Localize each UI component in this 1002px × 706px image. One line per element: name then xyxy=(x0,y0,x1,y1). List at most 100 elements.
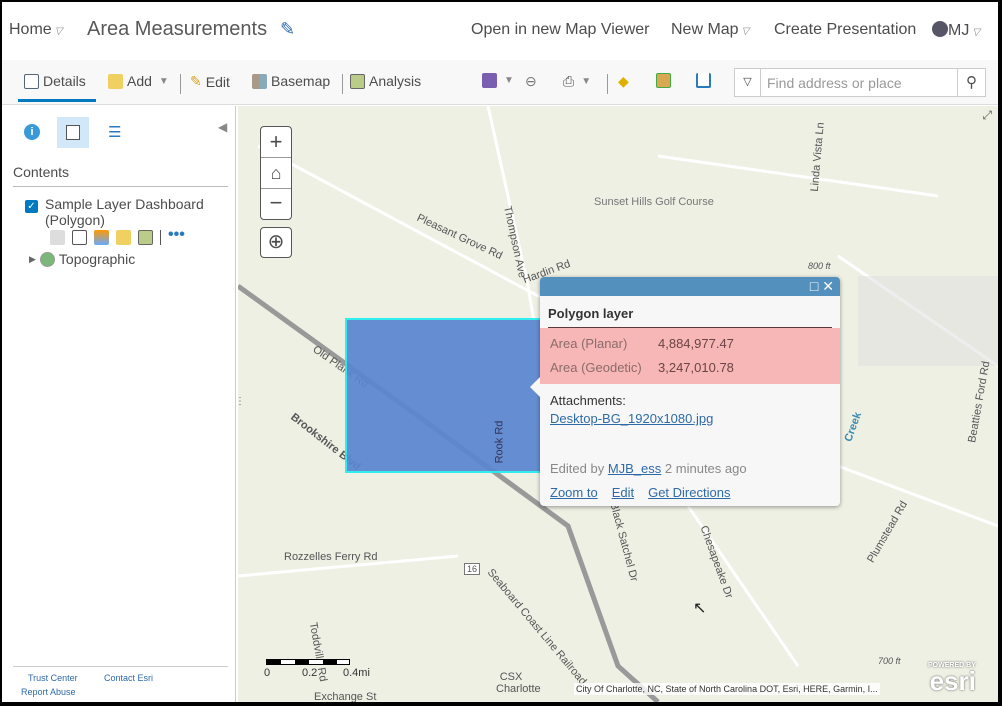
popup-actions: Zoom to Edit Get Directions xyxy=(550,485,730,500)
toolbar: Details Add ▼ ✎ Edit Basemap Analysis ▼ ⊖ … xyxy=(2,60,998,105)
details-active-indicator xyxy=(18,99,96,102)
locate-icon: ⊕ xyxy=(267,231,285,253)
divider xyxy=(160,230,161,245)
zoom-to-link[interactable]: Zoom to xyxy=(550,485,598,500)
avatar xyxy=(932,21,948,37)
bookmarks-button[interactable] xyxy=(696,73,711,88)
layer-actions: ••• xyxy=(50,227,185,245)
analysis-button[interactable]: Analysis xyxy=(350,73,421,89)
expand-icon[interactable]: ▶ xyxy=(29,254,36,265)
zoom-in-button[interactable]: + xyxy=(261,127,291,158)
page-title: Area Measurements xyxy=(87,18,268,40)
panel-resize-handle[interactable]: ⋮ xyxy=(238,396,245,407)
get-directions-link[interactable]: Get Directions xyxy=(648,485,730,500)
create-presentation-link[interactable]: Create Presentation xyxy=(774,21,916,39)
attribution[interactable]: City Of Charlotte, NC, State of North Ca… xyxy=(574,683,880,695)
report-abuse-link[interactable]: Report Abuse xyxy=(21,687,76,697)
divider xyxy=(180,74,181,94)
pencil-icon: ✎ xyxy=(190,73,202,89)
analysis-icon[interactable] xyxy=(138,230,153,245)
print-button[interactable]: ⎙ ▼ xyxy=(563,73,591,90)
attachments-label: Attachments: xyxy=(550,393,626,408)
route-shield: 16 xyxy=(464,563,481,575)
close-icon[interactable]: ✕ xyxy=(822,278,834,294)
analysis-icon xyxy=(350,73,365,89)
layer-name[interactable]: Sample Layer Dashboard (Polygon) xyxy=(45,196,220,228)
attachment-link[interactable]: Desktop-BG_1920x1080.jpg xyxy=(550,411,830,426)
user-menu[interactable]: MJ ▽ xyxy=(932,21,980,40)
legend-tab[interactable]: ☰ xyxy=(108,123,121,141)
esri-wordmark: esri xyxy=(929,666,976,696)
scale-label: 0.2 xyxy=(302,667,318,679)
basemap-name: Topographic xyxy=(58,251,136,267)
directions-icon: ◆ xyxy=(618,73,629,89)
basemap-layer[interactable]: ▶ Topographic xyxy=(29,251,135,267)
field-row: Area (Geodetic) 3,247,010.78 xyxy=(550,356,830,380)
share-link-button[interactable]: ⊖ xyxy=(525,73,537,90)
link-icon: ⊖ xyxy=(525,73,537,89)
edit-label: Edit xyxy=(205,73,230,90)
table-icon[interactable] xyxy=(72,230,87,245)
divider xyxy=(607,74,608,94)
show-legend-icon[interactable] xyxy=(50,230,65,245)
layer-visibility-checkbox[interactable]: ✓ xyxy=(25,200,38,213)
edit-feature-link[interactable]: Edit xyxy=(612,485,634,500)
search-source-dropdown[interactable]: ▽ xyxy=(735,69,761,96)
user-label: MJ xyxy=(948,22,970,39)
new-map-label: New Map xyxy=(671,21,739,38)
field-value: 3,247,010.78 xyxy=(658,360,734,375)
zoom-out-button[interactable]: − xyxy=(261,189,291,219)
zoom-controls: + ⌂ − xyxy=(260,126,292,220)
map-label: Rozzelles Ferry Rd xyxy=(284,551,378,563)
map-label: Rook Rd xyxy=(493,420,506,464)
esri-logo[interactable]: POWERED BY esri xyxy=(928,662,976,696)
chevron-down-icon: ▼ xyxy=(581,76,592,87)
legend-icon: ☰ xyxy=(108,124,122,141)
home-menu[interactable]: Home ▽ xyxy=(9,21,62,39)
contact-esri-link[interactable]: Contact Esri xyxy=(104,673,153,683)
edit-title-pencil-icon[interactable]: ✎ xyxy=(280,19,295,40)
popup-header: □ ✕ xyxy=(540,277,840,296)
details-icon xyxy=(24,73,39,89)
details-button[interactable]: Details xyxy=(24,73,86,89)
open-new-map-viewer-link[interactable]: Open in new Map Viewer xyxy=(471,21,649,39)
popup-pointer xyxy=(530,377,540,397)
chevron-down-icon: ▽ xyxy=(741,26,750,37)
search-button[interactable]: ⚲ xyxy=(957,69,985,96)
filter-icon[interactable] xyxy=(116,230,131,245)
details-label: Details xyxy=(43,73,86,89)
chevron-down-icon: ▽ xyxy=(54,26,63,37)
map-label: 700 ft xyxy=(878,656,901,666)
directions-button[interactable]: ◆ xyxy=(618,73,629,90)
save-button[interactable]: ▼ xyxy=(482,73,514,88)
map-view[interactable]: Sunset Hills Golf Course Pleasant Grove … xyxy=(238,106,998,702)
scale-label: 0 xyxy=(264,667,271,679)
about-info-icon[interactable]: i xyxy=(24,124,40,140)
edit-button[interactable]: ✎ Edit xyxy=(190,73,230,90)
search-input[interactable]: Find address or place xyxy=(767,75,902,91)
home-icon: ⌂ xyxy=(270,163,282,183)
content-tab[interactable] xyxy=(57,117,89,148)
basemap-button[interactable]: Basemap xyxy=(252,73,330,89)
save-icon xyxy=(482,73,497,88)
chevron-down-icon: ▼ xyxy=(158,75,169,87)
change-style-icon[interactable] xyxy=(94,230,109,245)
scale-bar xyxy=(266,659,350,665)
home-label: Home xyxy=(9,21,52,38)
fullscreen-icon[interactable]: ⤢ xyxy=(982,108,992,123)
basemap-icon xyxy=(252,73,267,89)
maximize-icon[interactable]: □ xyxy=(810,278,818,294)
locate-button[interactable]: ⊕ xyxy=(260,227,292,258)
field-value: 4,884,977.47 xyxy=(658,336,734,351)
new-map-menu[interactable]: New Map ▽ xyxy=(671,21,749,39)
home-extent-button[interactable]: ⌂ xyxy=(261,158,291,189)
more-options-icon[interactable]: ••• xyxy=(168,227,185,245)
add-button[interactable]: Add ▼ xyxy=(108,73,169,89)
globe-icon xyxy=(39,251,55,267)
field-row: Area (Planar) 4,884,977.47 xyxy=(550,332,830,356)
trust-center-link[interactable]: Trust Center xyxy=(28,673,78,683)
measure-button[interactable] xyxy=(656,73,671,88)
selected-polygon[interactable] xyxy=(345,318,542,473)
editor-link[interactable]: MJB_ess xyxy=(608,461,661,476)
collapse-panel-icon[interactable]: ◀ xyxy=(218,120,227,134)
